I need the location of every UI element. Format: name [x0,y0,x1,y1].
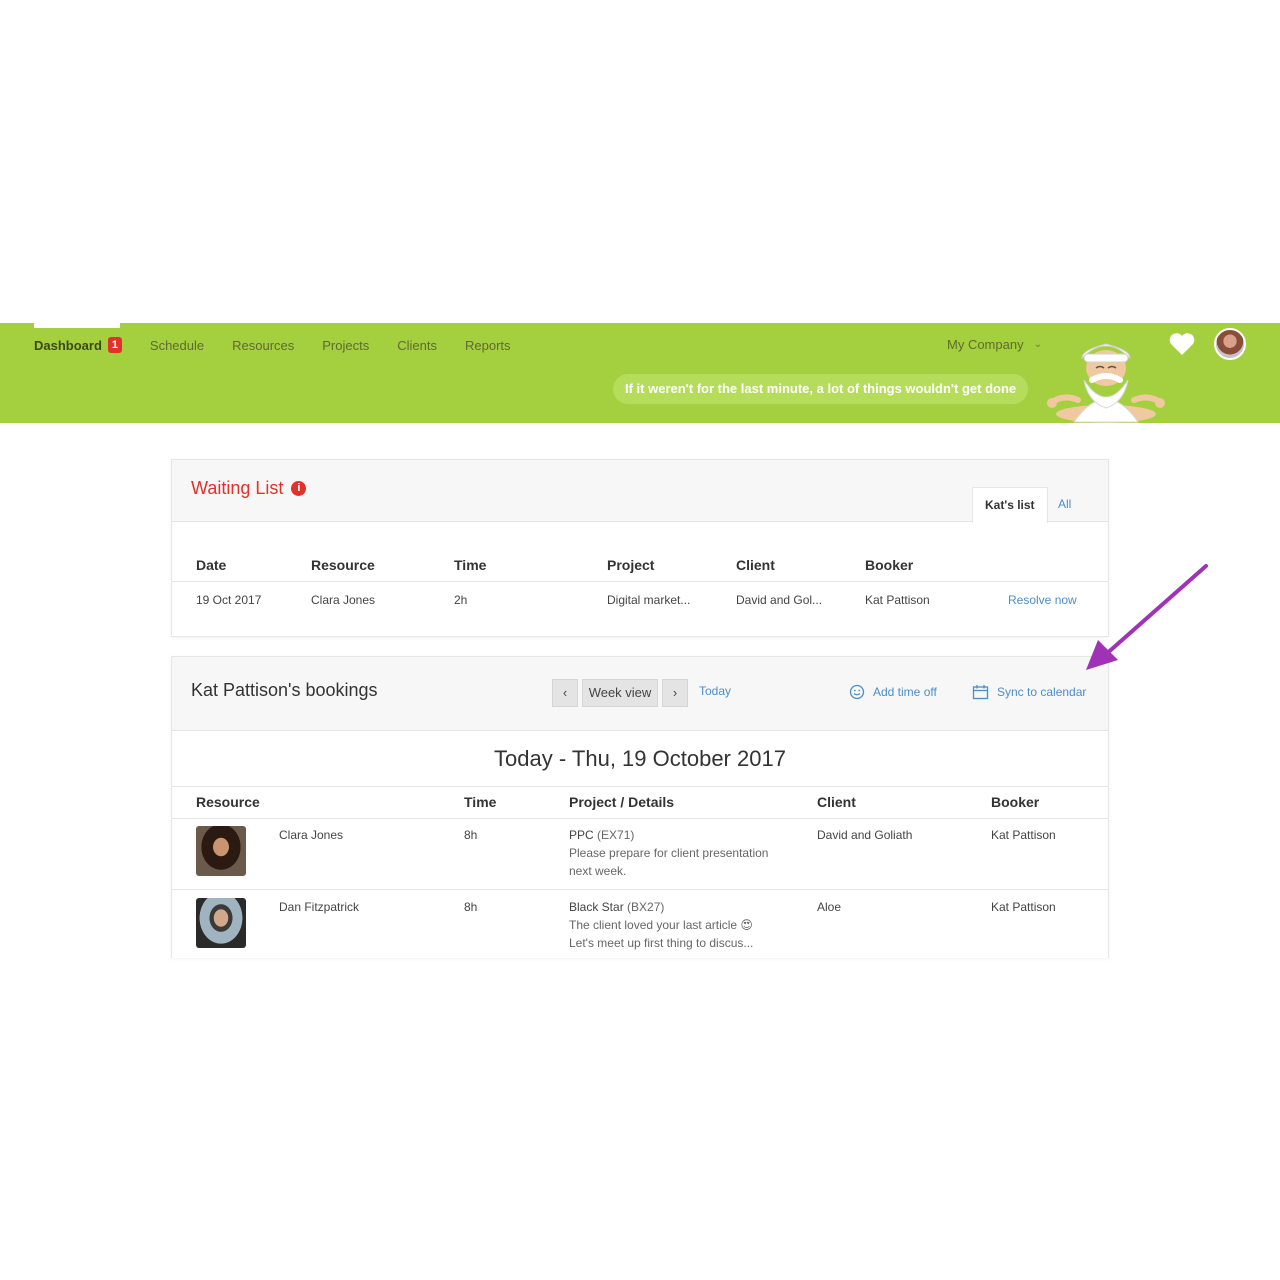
nav-projects[interactable]: Projects [322,338,369,353]
resource-photo [196,826,246,876]
waiting-resource: Clara Jones [311,593,376,607]
chevron-left-icon: ‹ [562,685,568,700]
column-header-project-details: Project / Details [569,794,675,810]
today-label: Today [699,684,732,698]
add-time-off-label: Add time off [873,685,937,699]
column-header-resource: Resource [196,794,260,810]
column-header-date: Date [196,557,227,573]
nav-dashboard[interactable]: Dashboard 1 [34,337,122,353]
waiting-time: 2h [454,593,468,607]
booker-name: Kat Pattison [991,828,1056,842]
project-code: (EX71) [597,828,635,842]
resource-photo [196,898,246,948]
waiting-list-header: Waiting List i Kat's list All [172,460,1108,523]
column-header-client: Client [817,794,856,810]
waiting-booker: Kat Pattison [865,593,930,607]
add-time-off-button[interactable]: Add time off [849,684,937,700]
column-header-time: Time [454,557,487,573]
divider [172,889,1108,890]
main-nav: Dashboard 1 Schedule Resources Projects … [34,337,539,353]
company-label: My Company [947,337,1024,352]
guru-mascot-icon [1047,343,1165,423]
project-code: (BX27) [627,900,665,914]
notification-badge: 1 [107,337,122,353]
booking-time: 8h [464,828,478,842]
client-name: David and Goliath [817,828,913,842]
project-name: PPC (EX71) [569,828,634,842]
waiting-client: David and Gol... [736,593,823,607]
project-details-line: next week. [569,864,627,878]
active-tab-indicator [34,323,120,328]
resource-name: Dan Fitzpatrick [279,900,360,914]
calendar-icon [972,685,989,700]
project-details-line: The client loved your last article 😍 [569,918,753,932]
chevron-right-icon: › [672,685,678,700]
bookings-title: Kat Pattison's bookings [191,680,378,700]
nav-clients[interactable]: Clients [397,338,437,353]
previous-week-button[interactable]: ‹ [552,679,578,707]
sync-to-calendar-label: Sync to calendar [997,685,1087,699]
smiley-icon [849,684,865,700]
waiting-project: Digital market... [607,593,691,607]
bookings-card: Kat Pattison's bookings ‹ Week view › To… [171,656,1109,958]
booking-time: 8h [464,900,478,914]
waiting-list-title-text: Waiting List [191,478,284,498]
date-heading: Today - Thu, 19 October 2017 [172,731,1108,787]
company-selector[interactable]: My Company ⌄ [947,337,1042,352]
divider [172,818,1108,819]
tab-kats-list[interactable]: Kat's list [972,487,1048,523]
nav-dashboard-label: Dashboard [34,337,102,353]
resolve-now-link[interactable]: Resolve now [1008,593,1077,607]
waiting-date: 19 Oct 2017 [196,593,262,607]
today-link[interactable]: Today [699,684,731,698]
column-header-booker: Booker [865,557,914,573]
waiting-list-card: Waiting List i Kat's list All Date Resou… [171,459,1109,637]
sync-to-calendar-button[interactable]: Sync to calendar [972,684,1086,700]
divider [172,581,1108,582]
column-header-booker: Booker [991,794,1040,810]
user-avatar[interactable] [1214,328,1246,360]
resource-name: Clara Jones [279,828,344,842]
annotation-arrow-icon [1086,564,1208,670]
bookings-header: Kat Pattison's bookings ‹ Week view › To… [172,657,1108,731]
nav-schedule[interactable]: Schedule [150,338,204,353]
info-icon[interactable]: i [291,481,307,496]
project-name: Black Star (BX27) [569,900,664,914]
next-week-button[interactable]: › [662,679,688,707]
nav-reports[interactable]: Reports [465,338,511,353]
column-header-time: Time [464,794,497,810]
project-title: Black Star [569,900,624,914]
waiting-list-title: Waiting List i [191,478,307,499]
project-details-line: Please prepare for client presentation [569,846,769,860]
project-title: PPC [569,828,594,842]
column-header-project: Project [607,557,655,573]
tab-all[interactable]: All [1046,487,1083,523]
project-details-line: Let's meet up first thing to discus... [569,936,754,950]
column-header-client: Client [736,557,775,573]
motivational-quote: If it weren't for the last minute, a lot… [613,374,1029,404]
chevron-down-icon: ⌄ [1033,339,1042,350]
nav-resources[interactable]: Resources [232,338,294,353]
heart-icon[interactable] [1168,330,1196,358]
week-view-button[interactable]: Week view [582,679,658,707]
column-header-resource: Resource [311,557,375,573]
booker-name: Kat Pattison [991,900,1056,914]
client-name: Aloe [817,900,842,914]
